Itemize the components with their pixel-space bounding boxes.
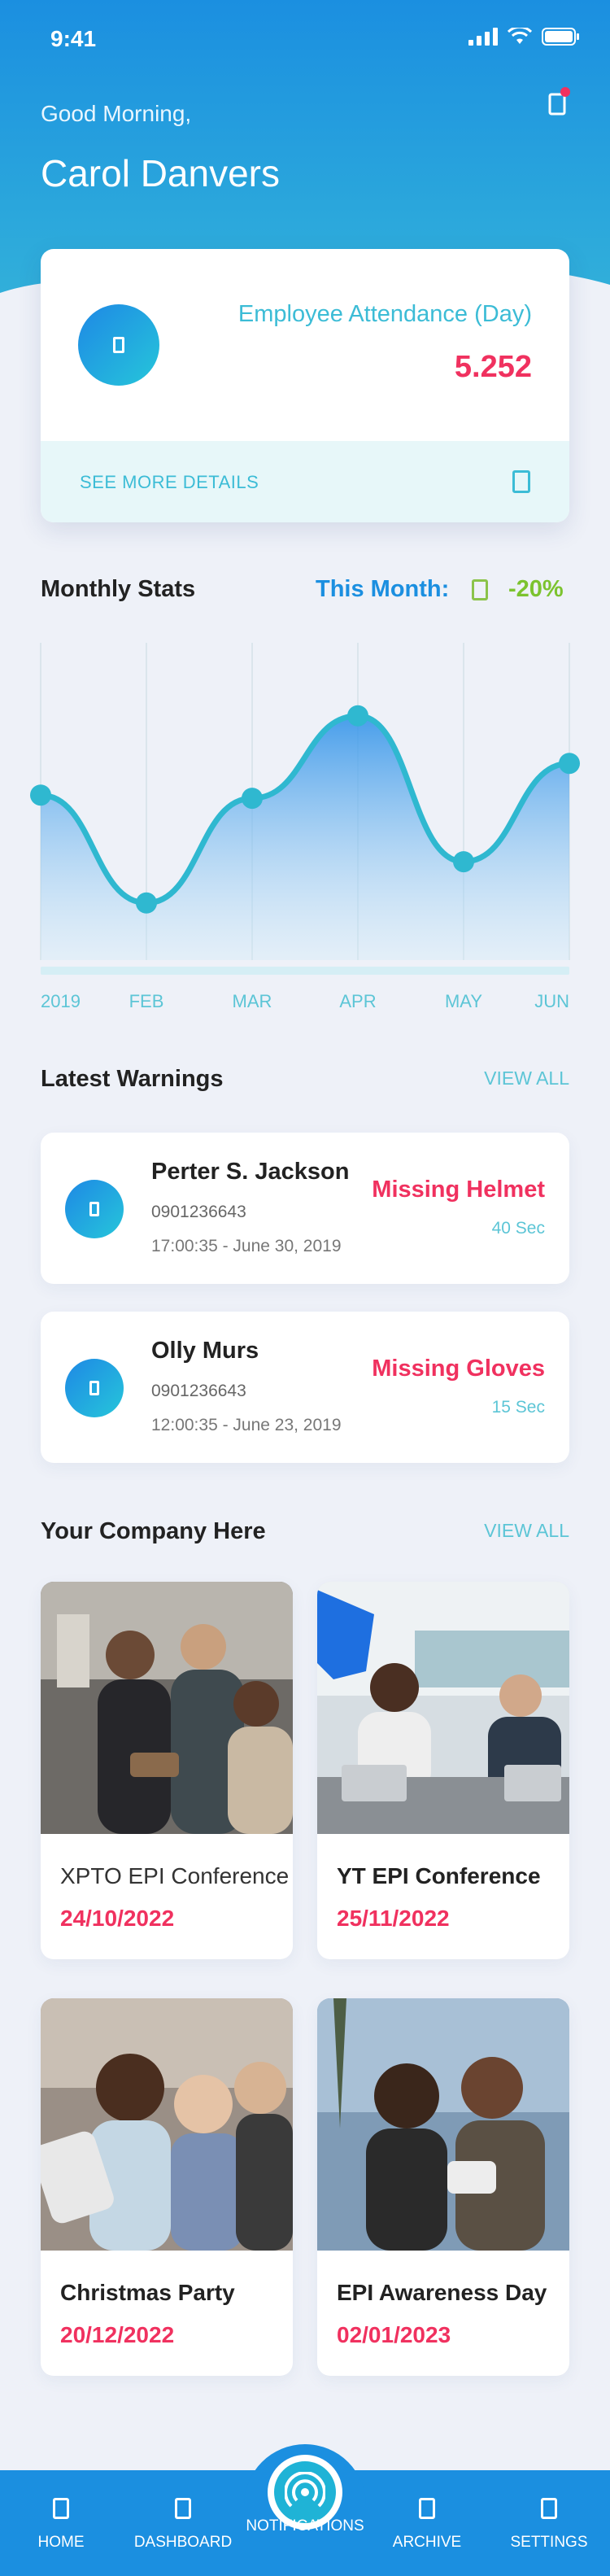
- home-icon[interactable]: [53, 2498, 69, 2519]
- warnings-view-all-link[interactable]: VIEW ALL: [484, 1068, 569, 1089]
- warning-type: Missing Helmet: [372, 1177, 545, 1203]
- tab-settings-label: SETTINGS: [510, 2534, 588, 2551]
- warning-datetime: 17:00:35 - June 30, 2019: [151, 1237, 342, 1255]
- chart-tick-label: JUN: [534, 991, 569, 1011]
- chart-point-jun[interactable]: [559, 753, 580, 775]
- attendance-icon: [78, 304, 159, 386]
- tab-settings[interactable]: SETTINGS: [488, 2498, 610, 2552]
- event-card[interactable]: EPI Awareness Day 02/01/2023: [317, 1998, 569, 2376]
- chart-tick-label: FEB: [129, 991, 164, 1011]
- event-card[interactable]: YT EPI Conference 25/11/2022: [317, 1582, 569, 1959]
- dashboard-icon[interactable]: [175, 2498, 191, 2519]
- event-date: 02/01/2023: [337, 2322, 451, 2347]
- tab-dashboard[interactable]: DASHBOARD: [122, 2498, 244, 2552]
- chart-tick-label: 2019: [41, 991, 81, 1011]
- event-title: EPI Awareness Day: [337, 2280, 547, 2305]
- see-more-details-link[interactable]: SEE MORE DETAILS: [80, 472, 259, 493]
- attendance-value: 5.252: [454, 350, 532, 384]
- chart-point-apr[interactable]: [347, 705, 368, 727]
- attendance-title: Employee Attendance (Day): [237, 301, 532, 327]
- event-date: 20/12/2022: [60, 2322, 175, 2347]
- warning-time-ago: 15 Sec: [491, 1398, 545, 1417]
- archive-icon[interactable]: [419, 2498, 435, 2519]
- event-title: YT EPI Conference: [337, 1863, 541, 1888]
- event-date: 25/11/2022: [337, 1906, 450, 1931]
- warning-datetime: 12:00:35 - June 23, 2019: [151, 1416, 342, 1434]
- warning-card[interactable]: Perter S. Jackson 0901236643 17:00:35 - …: [41, 1133, 569, 1284]
- battery-icon: [542, 28, 579, 46]
- warning-worker-phone: 0901236643: [151, 1203, 246, 1221]
- chart-tick-label: MAY: [445, 991, 482, 1011]
- chart-point-2019[interactable]: [30, 784, 51, 806]
- event-title: XPTO EPI Conference: [60, 1863, 290, 1888]
- user-name: Carol Danvers: [41, 152, 280, 194]
- trend-down-icon: [472, 579, 488, 600]
- status-time: 9:41: [50, 26, 97, 51]
- monthly-stats-title: Monthly Stats: [41, 576, 196, 602]
- chart-point-mar[interactable]: [242, 788, 263, 810]
- chart-tick-label: APR: [339, 991, 376, 1011]
- tab-home-label: HOME: [37, 2534, 85, 2551]
- warning-worker-name: Perter S. Jackson: [151, 1159, 350, 1185]
- warning-card[interactable]: Olly Murs 0901236643 12:00:35 - June 23,…: [41, 1312, 569, 1463]
- event-photo: [317, 1998, 569, 2251]
- tab-notifications-label: NOTIFICATIONS: [246, 2517, 364, 2535]
- event-title: Christmas Party: [60, 2280, 235, 2305]
- worker-avatar-icon: [65, 1180, 124, 1238]
- status-bar: 9:41: [0, 0, 610, 78]
- worker-avatar-icon: [65, 1359, 124, 1417]
- chart-point-feb[interactable]: [136, 892, 157, 914]
- monthly-stats-chart: 2019 FEB MAR APR MAY JUN: [30, 643, 580, 1011]
- event-photo: [41, 1998, 293, 2251]
- warning-time-ago: 40 Sec: [491, 1219, 545, 1238]
- chart-baseline: [41, 967, 569, 975]
- period-label: This Month:: [316, 576, 450, 602]
- event-card[interactable]: XPTO EPI Conference 24/10/2022: [41, 1582, 293, 1959]
- chart-point-may[interactable]: [453, 851, 474, 873]
- tab-archive[interactable]: ARCHIVE: [366, 2498, 488, 2552]
- tab-home[interactable]: HOME: [0, 2498, 122, 2552]
- signal-icon: [468, 28, 498, 46]
- event-card[interactable]: Christmas Party 20/12/2022: [41, 1998, 293, 2376]
- warning-worker-name: Olly Murs: [151, 1338, 259, 1364]
- notification-bell-icon[interactable]: [545, 86, 571, 117]
- greeting-text: Good Morning,: [41, 101, 192, 126]
- event-date: 24/10/2022: [60, 1906, 175, 1931]
- chart-tick-label: MAR: [233, 991, 272, 1011]
- see-more-details-row[interactable]: SEE MORE DETAILS: [41, 441, 569, 522]
- settings-icon[interactable]: [541, 2498, 557, 2519]
- trend-value: -20%: [508, 576, 564, 602]
- company-section-title: Your Company Here: [41, 1518, 266, 1544]
- tab-dashboard-label: DASHBOARD: [133, 2534, 233, 2551]
- attendance-card: Employee Attendance (Day) 5.252 SEE MORE…: [41, 249, 569, 522]
- arrow-right-icon[interactable]: [512, 470, 530, 493]
- warning-type: Missing Gloves: [372, 1356, 545, 1382]
- event-photo: [41, 1582, 293, 1834]
- company-view-all-link[interactable]: VIEW ALL: [484, 1520, 569, 1542]
- warning-worker-phone: 0901236643: [151, 1382, 246, 1400]
- tab-archive-label: ARCHIVE: [392, 2534, 462, 2551]
- wifi-icon: [508, 28, 532, 44]
- broadcast-icon[interactable]: [285, 2472, 325, 2513]
- event-photo: [317, 1582, 569, 1834]
- latest-warnings-title: Latest Warnings: [41, 1066, 224, 1092]
